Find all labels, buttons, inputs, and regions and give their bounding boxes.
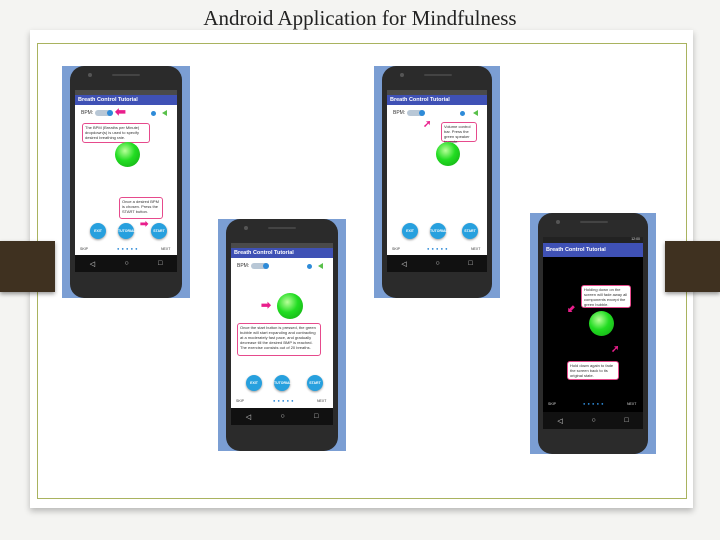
tutorial-button[interactable]: TUTORIAL xyxy=(430,223,448,239)
screenshot-3: Breath Control Tutorial BPM: ➚ Volume co… xyxy=(374,66,500,298)
nav-bar: ◁ ○ □ xyxy=(387,255,487,272)
recent-apps-icon[interactable]: □ xyxy=(158,260,162,267)
earpiece xyxy=(580,221,608,223)
earpiece xyxy=(112,74,140,76)
left-decor-band xyxy=(0,241,55,292)
screen-1: Breath Control Tutorial BPM: ⬅ The BPM (… xyxy=(75,90,177,272)
bpm-dropdown[interactable] xyxy=(95,110,113,116)
screen-3: Breath Control Tutorial BPM: ➚ Volume co… xyxy=(387,90,487,272)
next-link[interactable]: NEXT xyxy=(161,247,170,251)
earpiece xyxy=(424,74,452,76)
status-time: 12:00 xyxy=(631,237,640,241)
phone-2: Breath Control Tutorial BPM: ➡ Once the … xyxy=(226,219,338,451)
screen-4: 12:00 Breath Control Tutorial Holding do… xyxy=(543,237,643,429)
right-decor-band xyxy=(665,241,720,292)
app-bar-title: Breath Control Tutorial xyxy=(387,95,487,105)
nav-bar: ◁ ○ □ xyxy=(75,255,177,272)
screen-2: Breath Control Tutorial BPM: ➡ Once the … xyxy=(231,243,333,425)
skip-link[interactable]: SKIP xyxy=(80,247,88,251)
camera-icon xyxy=(88,73,92,77)
volume-slider-knob[interactable] xyxy=(460,111,465,116)
back-icon[interactable]: ◁ xyxy=(401,260,406,268)
nav-bar: ◁ ○ □ xyxy=(231,408,333,425)
screenshot-4: 12:00 Breath Control Tutorial Holding do… xyxy=(530,213,656,454)
next-link[interactable]: NEXT xyxy=(627,402,636,406)
callout-start: Once a desired BPM is chosen. Press the … xyxy=(119,197,163,219)
camera-icon xyxy=(244,226,248,230)
screenshot-1: Breath Control Tutorial BPM: ⬅ The BPM (… xyxy=(62,66,190,298)
skip-link[interactable]: SKIP xyxy=(236,399,244,403)
skip-link[interactable]: SKIP xyxy=(548,402,556,406)
phone-4: 12:00 Breath Control Tutorial Holding do… xyxy=(538,213,648,454)
start-button[interactable]: START xyxy=(151,223,167,239)
back-icon[interactable]: ◁ xyxy=(90,260,95,268)
bpm-label: BPM: xyxy=(393,110,406,116)
slide-title: Android Application for Mindfulness xyxy=(203,6,517,30)
screenshot-2: Breath Control Tutorial BPM: ➡ Once the … xyxy=(218,219,346,451)
bpm-label: BPM: xyxy=(81,110,94,116)
bpm-label: BPM: xyxy=(237,263,250,269)
breathing-bubble xyxy=(277,293,303,319)
nav-bar: ◁ ○ □ xyxy=(543,412,643,429)
right-arrow-icon: ➚ xyxy=(423,119,432,130)
breathing-bubble xyxy=(436,142,460,166)
home-icon[interactable]: ○ xyxy=(280,413,284,420)
page-indicator: ● ● ● ● ● xyxy=(273,398,295,403)
callout-volume: Volume control bar. Press the green spea… xyxy=(441,122,477,144)
tutorial-button[interactable]: TUTORIAL xyxy=(274,375,292,391)
breathing-bubble xyxy=(115,142,140,167)
left-arrow-icon: ⬅ xyxy=(115,104,126,119)
recent-apps-icon[interactable]: □ xyxy=(624,417,628,424)
left-arrow-icon: ⬋ xyxy=(567,304,576,315)
tutorial-button[interactable]: TUTORIAL xyxy=(118,223,136,239)
exit-button[interactable]: EXIT xyxy=(246,375,262,391)
phone-1: Breath Control Tutorial BPM: ⬅ The BPM (… xyxy=(70,66,182,298)
page-indicator: ● ● ● ● ● xyxy=(583,401,605,406)
bpm-dropdown[interactable] xyxy=(407,110,425,116)
right-arrow-icon: ➡ xyxy=(140,219,149,230)
speaker-icon[interactable] xyxy=(162,110,167,116)
app-bar-title: Breath Control Tutorial xyxy=(543,243,643,257)
app-bar-title: Breath Control Tutorial xyxy=(75,95,177,105)
back-icon[interactable]: ◁ xyxy=(246,413,251,421)
camera-icon xyxy=(400,73,404,77)
speaker-icon[interactable] xyxy=(473,110,478,116)
camera-icon xyxy=(556,220,560,224)
phone-3: Breath Control Tutorial BPM: ➚ Volume co… xyxy=(382,66,492,298)
app-bar-title: Breath Control Tutorial xyxy=(231,248,333,258)
right-arrow-icon: ➡ xyxy=(261,298,272,312)
page-indicator: ● ● ● ● ● xyxy=(427,246,449,251)
home-icon[interactable]: ○ xyxy=(124,260,128,267)
callout-release: Hold down again to fade the screen back … xyxy=(567,361,619,380)
callout-bpm: The BPM (Breaths per Minute) dropdown(s)… xyxy=(82,123,150,143)
back-icon[interactable]: ◁ xyxy=(557,417,562,425)
page-indicator: ● ● ● ● ● xyxy=(117,246,139,251)
callout-hold: Holding down on the screen will fade awa… xyxy=(581,285,631,308)
next-link[interactable]: NEXT xyxy=(471,247,480,251)
breathing-bubble xyxy=(589,311,614,336)
recent-apps-icon[interactable]: □ xyxy=(468,260,472,267)
home-icon[interactable]: ○ xyxy=(591,417,595,424)
start-button[interactable]: START xyxy=(307,375,323,391)
recent-apps-icon[interactable]: □ xyxy=(314,413,318,420)
speaker-icon[interactable] xyxy=(318,263,323,269)
callout-bubble: Once the start button is pressed, the gr… xyxy=(237,323,321,356)
right-arrow-icon: ➚ xyxy=(611,344,620,355)
earpiece xyxy=(268,227,296,229)
skip-link[interactable]: SKIP xyxy=(392,247,400,251)
home-icon[interactable]: ○ xyxy=(435,260,439,267)
start-button[interactable]: START xyxy=(462,223,478,239)
exit-button[interactable]: EXIT xyxy=(90,223,106,239)
volume-slider-knob[interactable] xyxy=(151,111,156,116)
exit-button[interactable]: EXIT xyxy=(402,223,418,239)
next-link[interactable]: NEXT xyxy=(317,399,326,403)
volume-slider-knob[interactable] xyxy=(307,264,312,269)
bpm-dropdown[interactable] xyxy=(251,263,269,269)
